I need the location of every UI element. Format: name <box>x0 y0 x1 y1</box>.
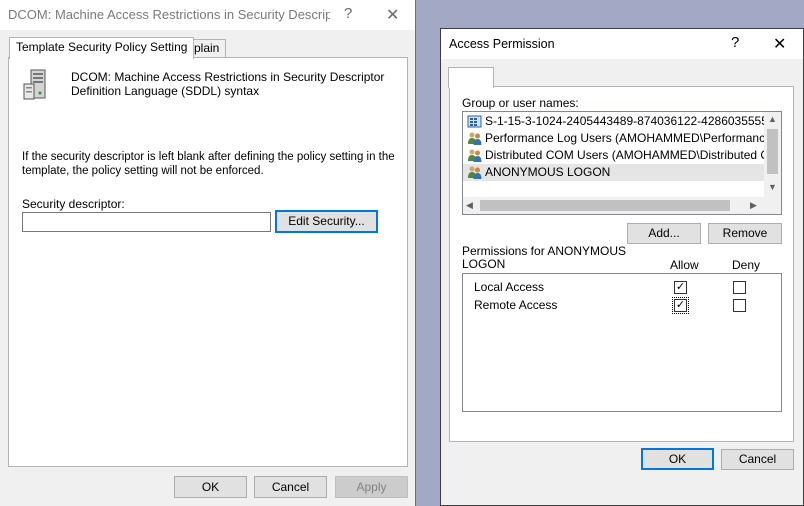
scroll-down-arrow-icon[interactable]: ▼ <box>764 182 781 192</box>
title-bar: Access Permission ? ✕ <box>441 29 803 59</box>
policy-name-line-2: Definition Language (SDDL) syntax <box>71 84 260 98</box>
cancel-button[interactable]: Cancel <box>254 476 327 498</box>
help-button[interactable]: ? <box>344 5 352 22</box>
description-line-1: If the security descriptor is left blank… <box>22 151 395 163</box>
list-item[interactable]: Performance Log Users (AMOHAMMED\Perform… <box>463 130 782 147</box>
policy-name-line-1: DCOM: Machine Access Restrictions in Sec… <box>71 70 385 84</box>
scrollbar-thumb[interactable] <box>480 200 730 211</box>
tab-panel <box>8 57 408 467</box>
scrollbar-corner <box>764 197 781 214</box>
group-icon <box>467 148 482 163</box>
deny-local-access-checkbox[interactable] <box>733 281 746 294</box>
allow-column-header: Allow <box>670 258 699 272</box>
deny-remote-access-checkbox[interactable] <box>733 299 746 312</box>
user-name: S-1-15-3-1024-2405443489-874036122-42860… <box>485 114 782 128</box>
horizontal-scrollbar[interactable]: ◀ ▶ <box>463 197 764 214</box>
title-bar: DCOM: Machine Access Restrictions in Sec… <box>0 0 415 30</box>
edit-security-button[interactable]: Edit Security... <box>275 210 378 233</box>
close-button[interactable]: ✕ <box>773 34 786 54</box>
user-name: Performance Log Users (AMOHAMMED\Perform… <box>485 131 782 145</box>
permissions-for-label-line-2: LOGON <box>462 257 506 271</box>
add-button[interactable]: Add... <box>627 223 701 244</box>
vertical-scrollbar[interactable]: ▲ ▼ <box>764 112 781 197</box>
sid-icon <box>467 114 482 129</box>
scroll-left-arrow-icon[interactable]: ◀ <box>466 200 473 211</box>
allow-local-access-checkbox[interactable]: ✓ <box>674 281 687 294</box>
group-or-user-names-label: Group or user names: <box>462 96 579 110</box>
allow-remote-access-checkbox[interactable]: ✓ <box>672 297 689 314</box>
scrollbar-thumb[interactable] <box>767 129 778 174</box>
tab-template-security-policy-setting[interactable]: Template Security Policy Setting <box>9 37 195 59</box>
apply-button: Apply <box>335 476 408 498</box>
list-item[interactable]: S-1-15-3-1024-2405443489-874036122-42860… <box>463 113 782 130</box>
security-descriptor-label: Security descriptor: <box>22 197 125 211</box>
description-line-2: template, the policy setting will not be… <box>22 165 264 177</box>
tab-security[interactable] <box>448 67 494 88</box>
user-name: ANONYMOUS LOGON <box>485 165 611 179</box>
list-item[interactable]: Distributed COM Users (AMOHAMMED\Distrib… <box>463 147 782 164</box>
server-policy-icon <box>22 68 52 102</box>
policy-properties-dialog: DCOM: Machine Access Restrictions in Sec… <box>0 0 416 506</box>
group-icon <box>467 165 482 180</box>
help-button[interactable]: ? <box>731 34 739 51</box>
scroll-right-arrow-icon[interactable]: ▶ <box>750 200 757 211</box>
security-descriptor-input[interactable] <box>22 212 271 232</box>
list-item[interactable]: ANONYMOUS LOGON <box>463 164 781 181</box>
remove-button[interactable]: Remove <box>708 223 782 244</box>
close-button[interactable]: ✕ <box>386 5 399 25</box>
access-permission-dialog: Access Permission ? ✕ Group or user name… <box>440 28 804 506</box>
ok-button[interactable]: OK <box>174 476 247 498</box>
dialog-title: DCOM: Machine Access Restrictions in Sec… <box>8 7 330 22</box>
permission-name: Remote Access <box>474 298 558 312</box>
ok-button[interactable]: OK <box>641 448 714 470</box>
dialog-title: Access Permission <box>449 37 555 51</box>
permission-name: Local Access <box>474 280 545 294</box>
permissions-table: Local Access ✓ Remote Access ✓ <box>462 273 782 412</box>
user-list[interactable]: S-1-15-3-1024-2405443489-874036122-42860… <box>462 111 782 215</box>
group-icon <box>467 131 482 146</box>
cancel-button[interactable]: Cancel <box>721 449 794 470</box>
deny-column-header: Deny <box>732 258 761 272</box>
scroll-up-arrow-icon[interactable]: ▲ <box>764 114 781 124</box>
user-name: Distributed COM Users (AMOHAMMED\Distrib… <box>485 148 782 162</box>
